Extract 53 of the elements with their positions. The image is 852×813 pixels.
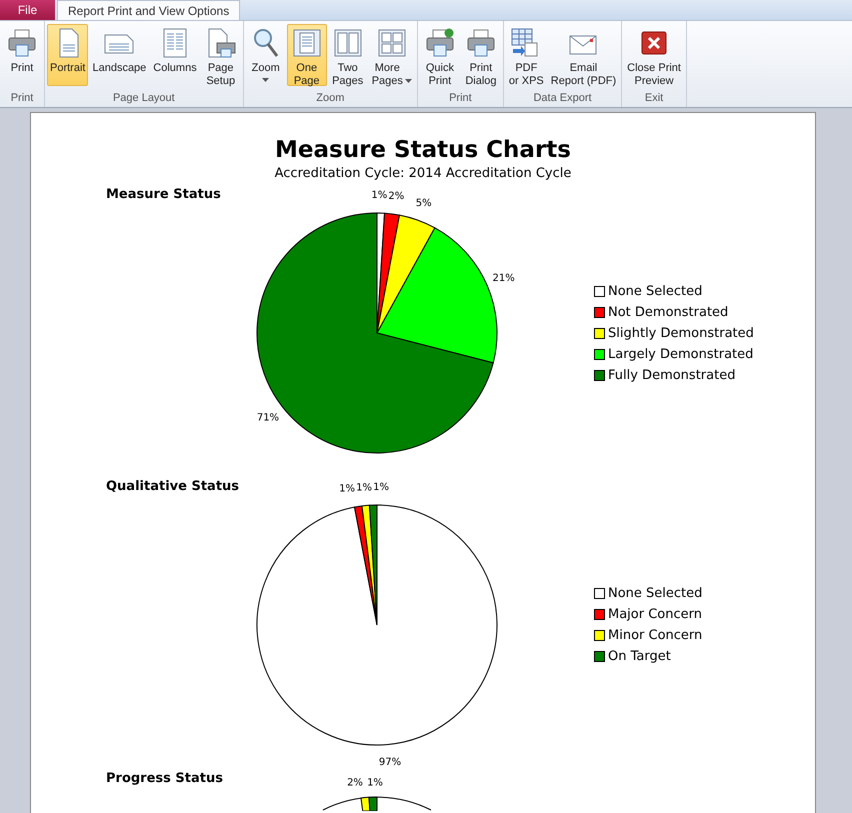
group-label: Zoom xyxy=(315,91,346,106)
group-label: Print xyxy=(10,91,34,106)
page-icon xyxy=(290,27,323,59)
data-label: 1% xyxy=(339,483,355,494)
group-label: Page Layout xyxy=(112,91,176,106)
ribbon-button[interactable]: Landscape xyxy=(89,24,150,86)
chart-title: Measure Status xyxy=(106,187,222,202)
legend-label: None Selected xyxy=(608,586,702,601)
ribbon-button[interactable]: More Pages xyxy=(368,24,415,86)
legend-label: Minor Concern xyxy=(608,628,702,643)
ribbon-button[interactable]: One Page xyxy=(286,24,327,86)
data-label: 1% xyxy=(356,482,372,494)
group-label: Data Export xyxy=(532,91,593,106)
legend-label: None Selected xyxy=(608,284,702,298)
legend-label: On Target xyxy=(608,649,671,664)
data-label: 21% xyxy=(492,272,515,284)
ribbon-button[interactable]: Portrait xyxy=(47,24,88,86)
data-label: 5% xyxy=(416,198,432,209)
ribbon-button[interactable]: Zoom xyxy=(246,24,286,86)
ribbon-tab[interactable]: Report Print and View Options xyxy=(57,0,240,20)
ribbon-button[interactable]: Quick Print xyxy=(420,24,460,86)
data-label: 1% xyxy=(373,482,389,493)
legend-label: Largely Demonstrated xyxy=(608,346,754,362)
data-label: 71% xyxy=(256,412,280,424)
legend-label: Slightly Demonstrated xyxy=(608,326,754,340)
data-label: 2% xyxy=(347,778,363,789)
page-icon xyxy=(332,27,364,59)
legend-label: Major Concern xyxy=(608,607,702,622)
chart-title: Progress Status xyxy=(106,771,224,786)
ribbon-button[interactable]: PDF or XPS xyxy=(506,24,547,86)
group-label: Exit xyxy=(644,91,664,106)
data-label: 2% xyxy=(388,190,404,202)
printer-icon xyxy=(424,27,456,59)
ribbon-button[interactable]: Print Dialog xyxy=(460,24,501,86)
data-label: 1% xyxy=(367,778,383,789)
report-subtitle: Accreditation Cycle: 2014 Accreditation Cycle xyxy=(274,166,572,181)
group-label: Print xyxy=(448,91,473,106)
ribbon-button[interactable]: Print xyxy=(2,24,42,86)
ribbon-button[interactable]: Page Setup xyxy=(200,24,241,86)
ribbon-button[interactable]: Columns xyxy=(150,24,200,86)
data-label: 1% xyxy=(371,190,388,201)
data-label: 97% xyxy=(378,757,402,768)
legend-label: Not Demonstrated xyxy=(608,304,728,320)
legend-label: Fully Demonstrated xyxy=(608,368,736,382)
page-icon xyxy=(376,27,408,59)
report-title: Measure Status Charts xyxy=(274,137,572,163)
ribbon-button[interactable]: Close Print Preview xyxy=(624,24,684,86)
ribbon-button[interactable]: Email Report (PDF) xyxy=(548,24,620,86)
printer-icon xyxy=(6,27,38,59)
printer-icon xyxy=(464,27,497,59)
file-tab[interactable]: File xyxy=(0,0,55,20)
ribbon-button[interactable]: Two Pages xyxy=(328,24,368,86)
chart-title: Qualitative Status xyxy=(106,479,240,494)
